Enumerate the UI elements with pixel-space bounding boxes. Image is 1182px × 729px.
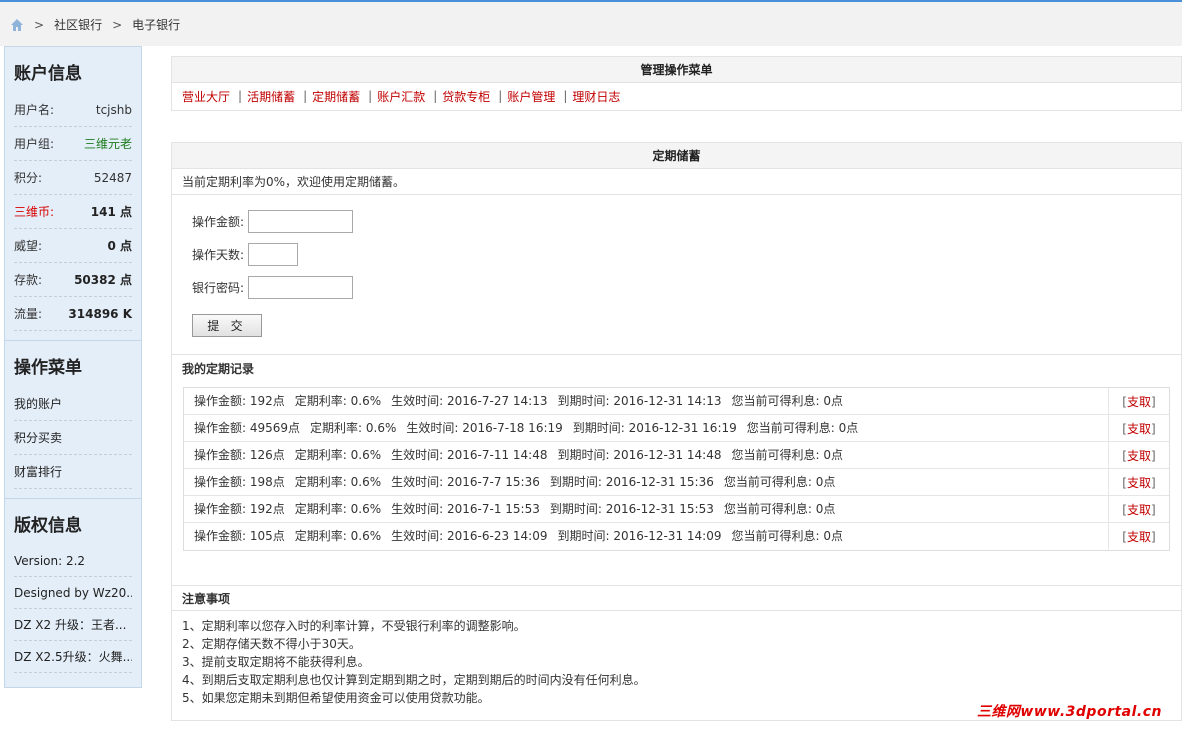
table-row: 操作金额: 192点 定期利率: 0.6% 生效时间: 2016-7-27 14:1… [184,387,1169,415]
deposit-form: 操作金额: 操作天数: 银行密码: 提 交 [172,195,1181,355]
coins-value: 141 点 [90,205,132,219]
breadcrumb-separator: > [112,17,123,32]
menu-link-finance-log[interactable]: 理财日志 [572,88,620,105]
withdraw-link[interactable]: 支取 [1127,422,1151,436]
sidebar-divider [5,489,141,499]
table-row: 操作金额: 192点 定期利率: 0.6% 生效时间: 2016-7-1 15:53… [184,495,1169,523]
notes-title: 注意事项 [172,585,1181,611]
account-row-coins: 三维币: 141 点 [14,195,132,229]
breadcrumb-separator: > [34,17,45,32]
table-row: 操作金额: 198点 定期利率: 0.6% 生效时间: 2016-7-7 15:36… [184,468,1169,496]
submit-button[interactable]: 提 交 [192,314,262,337]
top-bar: > 社区银行 > 电子银行 [0,0,1182,46]
records-title: 我的定期记录 [182,362,255,376]
breadcrumb-item-community-bank[interactable]: 社区银行 [54,16,102,33]
menu-link-lobby[interactable]: 营业大厅 [182,88,230,105]
fixed-savings-panel: 定期储蓄 当前定期利率为0%，欢迎使用定期储蓄。 操作金额: 操作天数: 银行密… [171,142,1182,721]
table-row: 操作金额: 105点 定期利率: 0.6% 生效时间: 2016-6-23 14:0… [184,523,1169,550]
sidebar-divider [5,331,141,341]
menu-link-fixed-savings[interactable]: 定期储蓄 [312,88,360,105]
menu-link-account-manage[interactable]: 账户管理 [507,88,555,105]
table-row: 操作金额: 49569点 定期利率: 0.6% 生效时间: 2016-7-18 16… [184,414,1169,442]
points-value: 52487 [93,170,132,185]
sidebar: 账户信息 用户名: tcjshb 用户组: 三维元老 积分: 52487 三维币… [4,46,142,688]
copyright-title: 版权信息 [14,516,82,536]
watermark: 三维网www.3dportal.cn [976,704,1162,720]
note-item: 4、到期后支取定期利息也仅计算到定期到期之时，定期到期后的时间内没有任何利息。 [182,673,646,687]
copyright-dzx2: DZ X2 升级：王者... [14,609,132,641]
withdraw-link[interactable]: 支取 [1127,449,1151,463]
copyright-dzx25: DZ X2.5升级：火舞... [14,641,132,673]
withdraw-link[interactable]: 支取 [1127,503,1151,517]
rate-info: 当前定期利率为0%，欢迎使用定期储蓄。 [172,169,1181,195]
withdraw-link[interactable]: 支取 [1127,530,1151,544]
records-table: 操作金额: 192点 定期利率: 0.6% 生效时间: 2016-7-27 14:1… [183,387,1170,551]
deposit-value: 50382 点 [74,273,132,287]
menu-link-current-savings[interactable]: 活期储蓄 [247,88,295,105]
menu-link-remittance[interactable]: 账户汇款 [377,88,425,105]
username-value: tcjshb [95,102,132,117]
traffic-value: 314896 K [68,306,132,321]
password-label: 银行密码: [192,280,245,295]
account-info-title: 账户信息 [14,64,82,84]
account-row-group: 用户组: 三维元老 [14,127,132,161]
home-icon[interactable] [10,18,24,32]
account-row-points: 积分: 52487 [14,161,132,195]
account-row-traffic: 流量: 314896 K [14,297,132,331]
menu-link-loans[interactable]: 贷款专柜 [442,88,490,105]
sidebar-item-my-account[interactable]: 我的账户 [14,387,132,421]
operation-menu-title: 操作菜单 [14,358,82,378]
amount-label: 操作金额: [192,214,245,229]
user-group-value: 三维元老 [83,137,132,151]
notes-list: 1、定期利率以您存入时的利率计算，不受银行利率的调整影响。 2、定期存储天数不得… [172,611,1181,707]
copyright-designer: Designed by Wz20... [14,577,132,609]
account-row-prestige: 威望: 0 点 [14,229,132,263]
sidebar-item-wealth-rank[interactable]: 财富排行 [14,455,132,489]
amount-input[interactable] [248,209,353,233]
manage-menu-title: 管理操作菜单 [172,57,1181,83]
note-item: 3、提前支取定期将不能获得利息。 [182,655,370,669]
breadcrumb-item-e-bank[interactable]: 电子银行 [132,16,180,33]
days-label: 操作天数: [192,247,245,262]
withdraw-link[interactable]: 支取 [1127,395,1151,409]
manage-menu-panel: 管理操作菜单 营业大厅 | 活期储蓄 | 定期储蓄 | 账户汇款 | 贷款专柜 … [171,56,1182,111]
note-item: 1、定期利率以您存入时的利率计算，不受银行利率的调整影响。 [182,619,526,633]
manage-menu-links: 营业大厅 | 活期储蓄 | 定期储蓄 | 账户汇款 | 贷款专柜 | 账户管理 … [182,88,621,105]
days-input[interactable] [248,242,298,266]
table-row: 操作金额: 126点 定期利率: 0.6% 生效时间: 2016-7-11 14:4… [184,441,1169,469]
copyright-version: Version: 2.2 [14,545,132,577]
password-input[interactable] [248,275,353,299]
account-row-deposit: 存款: 50382 点 [14,263,132,297]
note-item: 2、定期存储天数不得小于30天。 [182,637,361,651]
sidebar-item-points-trade[interactable]: 积分买卖 [14,421,132,455]
prestige-value: 0 点 [107,239,132,253]
breadcrumb: > 社区银行 > 电子银行 [10,16,180,33]
account-row-username: 用户名: tcjshb [14,93,132,127]
fixed-savings-title: 定期储蓄 [172,143,1181,169]
withdraw-link[interactable]: 支取 [1127,476,1151,490]
